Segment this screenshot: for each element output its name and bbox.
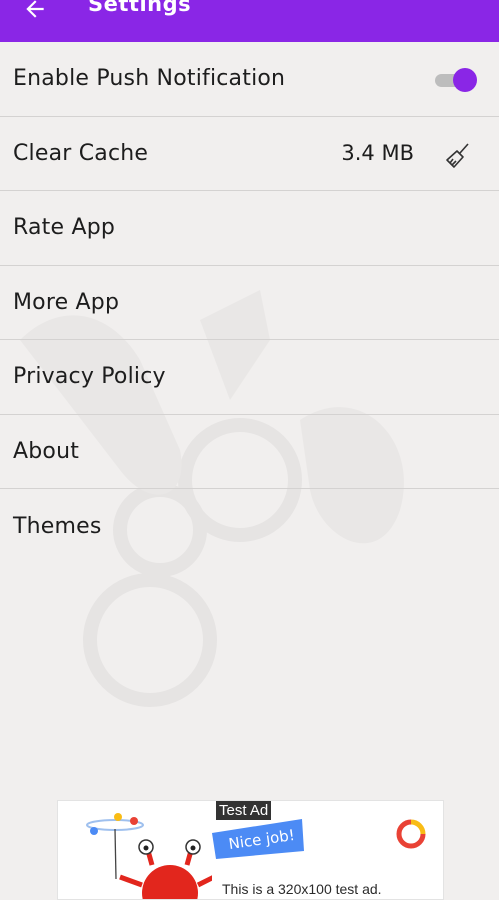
setting-rate-app[interactable]: Rate App: [0, 191, 499, 266]
setting-clear-cache[interactable]: Clear Cache 3.4 MB: [0, 117, 499, 191]
setting-label: Privacy Policy: [13, 364, 166, 390]
toggle-thumb: [453, 68, 477, 92]
setting-label: Clear Cache: [13, 140, 149, 166]
nice-job-badge: Nice job!: [212, 819, 304, 859]
setting-about[interactable]: About: [0, 415, 499, 489]
ad-monster-illustration: [86, 813, 212, 899]
setting-label: More App: [13, 289, 120, 315]
cache-size-value: 3.4 MB: [341, 141, 414, 166]
ad-description: This is a 320x100 test ad.: [222, 881, 382, 897]
settings-list: Enable Push Notification Clear Cache 3.4…: [0, 42, 499, 564]
page-title: Settings: [88, 0, 192, 16]
setting-themes[interactable]: Themes: [0, 489, 499, 564]
setting-label: About: [13, 438, 80, 464]
broom-icon[interactable]: [443, 141, 473, 171]
app-bar: Settings: [0, 0, 499, 42]
ad-logo-icon: [396, 819, 426, 849]
push-notification-toggle[interactable]: [433, 66, 477, 94]
setting-label: Themes: [13, 513, 102, 539]
setting-privacy-policy[interactable]: Privacy Policy: [0, 340, 499, 415]
setting-label: Rate App: [13, 215, 116, 241]
setting-label: Enable Push Notification: [13, 66, 286, 92]
setting-more-app[interactable]: More App: [0, 266, 499, 340]
setting-push-notification[interactable]: Enable Push Notification: [0, 42, 499, 117]
arrow-back-icon[interactable]: [22, 0, 48, 22]
test-ad-label: Test Ad: [216, 801, 272, 820]
